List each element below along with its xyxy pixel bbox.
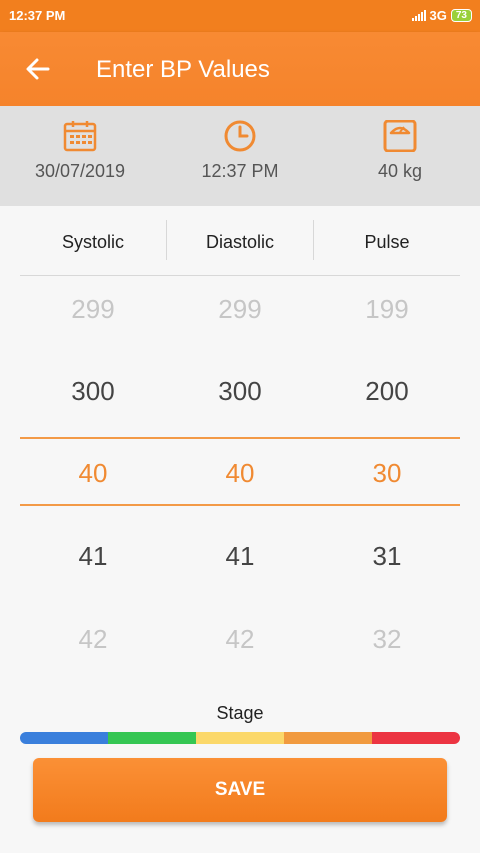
- header-divider: [20, 275, 460, 276]
- pulse-selected-value[interactable]: 30: [314, 458, 460, 489]
- page-title: Enter BP Values: [96, 56, 270, 83]
- back-arrow-icon[interactable]: [24, 56, 52, 82]
- stage-segment: [372, 732, 460, 744]
- diastolic-option[interactable]: 299: [167, 294, 313, 325]
- date-value: 30/07/2019: [34, 161, 126, 181]
- save-button[interactable]: SAVE: [33, 758, 447, 822]
- diastolic-option[interactable]: 41: [167, 541, 313, 572]
- battery-icon: 73: [450, 9, 472, 22]
- stage-color-bar: [20, 732, 460, 744]
- selection-line-bottom: [20, 504, 460, 506]
- weight-value: 40 kg: [377, 161, 423, 181]
- pulse-option[interactable]: 199: [314, 294, 460, 325]
- signal-icon: [411, 10, 426, 21]
- systolic-selected-value[interactable]: 40: [20, 458, 166, 489]
- column-header-systolic: Systolic: [61, 232, 124, 252]
- network-type: 3G: [429, 8, 447, 23]
- pulse-option[interactable]: 32: [314, 624, 460, 655]
- date-picker[interactable]: 30/07/2019: [0, 120, 160, 182]
- stage-segment: [20, 732, 108, 744]
- selection-line-top: [20, 437, 460, 439]
- status-icons: 3G 73: [411, 8, 472, 23]
- stage-segment: [284, 732, 372, 744]
- status-time: 12:37 PM: [9, 8, 66, 23]
- diastolic-option[interactable]: 42: [167, 624, 313, 655]
- weight-picker[interactable]: 40 kg: [320, 120, 480, 182]
- systolic-option[interactable]: 300: [20, 376, 166, 407]
- stage-segment: [108, 732, 196, 744]
- pulse-option[interactable]: 200: [314, 376, 460, 407]
- systolic-option[interactable]: 41: [20, 541, 166, 572]
- pulse-option[interactable]: 31: [314, 541, 460, 572]
- info-bar: 30/07/2019 12:37 PM 40 kg: [0, 106, 480, 206]
- app-bar: Enter BP Values: [0, 32, 480, 106]
- status-bar: 12:37 PM 3G 73: [0, 0, 480, 32]
- column-header-pulse: Pulse: [364, 232, 410, 252]
- clock-icon: [224, 120, 256, 152]
- systolic-option[interactable]: 299: [20, 294, 166, 325]
- diastolic-selected-value[interactable]: 40: [167, 458, 313, 489]
- weight-scale-icon: [383, 120, 417, 152]
- diastolic-option[interactable]: 300: [167, 376, 313, 407]
- time-picker[interactable]: 12:37 PM: [160, 120, 320, 182]
- stage-label: Stage: [216, 703, 264, 723]
- time-value: 12:37 PM: [201, 161, 279, 181]
- calendar-icon: [63, 121, 97, 152]
- stage-segment: [196, 732, 284, 744]
- column-header-diastolic: Diastolic: [205, 232, 275, 252]
- systolic-option[interactable]: 42: [20, 624, 166, 655]
